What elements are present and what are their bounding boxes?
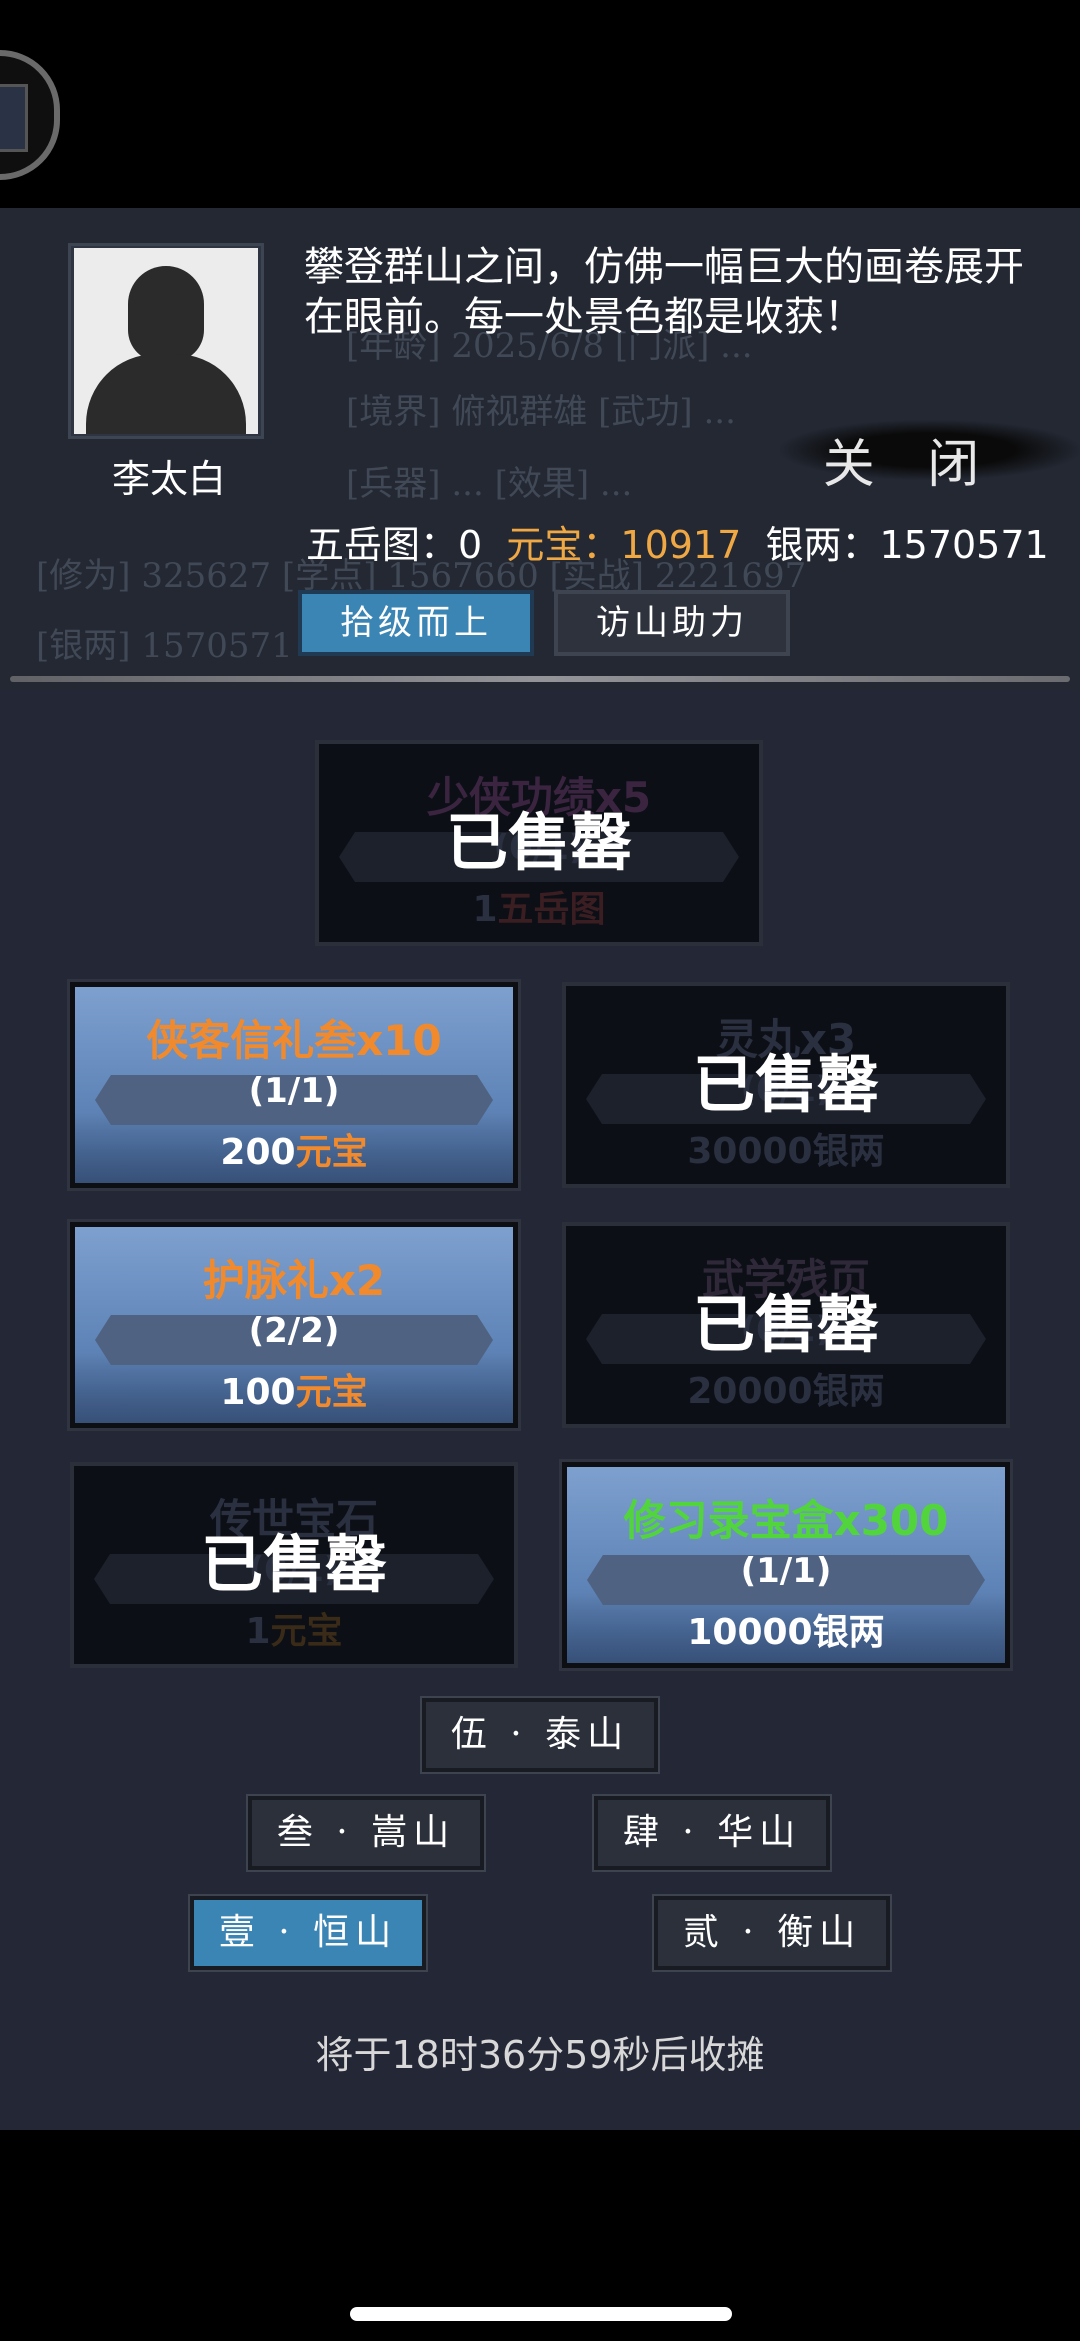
closing-countdown: 将于18时36分59秒后收摊 — [315, 2033, 765, 2077]
item-count: (1/1) — [740, 1551, 832, 1591]
sold-out-label: 已售罄 — [692, 1048, 879, 1121]
shop-area: 少侠功绩x5 (0/1) 1五岳图 已售罄 侠客信礼叁x10 (1/1) 200… — [0, 690, 1080, 2130]
resource-bar: 五岳图：0 元宝：10917 银两：1570571 — [306, 514, 1049, 569]
item-count: (1/1) — [248, 1071, 340, 1111]
home-indicator[interactable] — [350, 2307, 732, 2321]
shop-item[interactable]: 修习录宝盒x300 (1/1) 10000银两 — [559, 1459, 1013, 1671]
mountain-button-hengshan-north[interactable]: 壹 · 恒山 — [188, 1894, 428, 1972]
item-price: 100元宝 — [220, 1372, 368, 1413]
item-price: 1五岳图 — [472, 889, 606, 930]
mountain-button-hengshan-south[interactable]: 贰 · 衡山 — [652, 1894, 892, 1972]
item-count: (2/2) — [248, 1311, 340, 1351]
item-price: 1元宝 — [245, 1611, 343, 1652]
player-name: 李太白 — [111, 457, 226, 501]
bg-stat-row: [兵器] ... [效果] ... — [346, 464, 633, 504]
wuyue-label: 五岳图： — [306, 523, 459, 567]
item-title: 护脉礼x2 — [202, 1256, 386, 1305]
back-button[interactable] — [0, 50, 60, 180]
shop-item[interactable]: 传世宝石 (0/1) 1元宝 已售罄 — [70, 1462, 518, 1668]
sold-out-label: 已售罄 — [445, 806, 632, 879]
close-button[interactable]: 关 闭 — [800, 425, 1020, 505]
item-title: 侠客信礼叁x10 — [146, 1016, 442, 1065]
panel-divider — [10, 676, 1070, 682]
mountain-button-taishan[interactable]: 伍 · 泰山 — [420, 1696, 660, 1774]
item-price: 200元宝 — [220, 1132, 368, 1173]
sold-out-label: 已售罄 — [200, 1528, 387, 1601]
shop-item[interactable]: 护脉礼x2 (2/2) 100元宝 — [67, 1219, 521, 1431]
silver-label: 银两： — [765, 523, 880, 567]
shop-item[interactable]: 少侠功绩x5 (0/1) 1五岳图 已售罄 — [315, 740, 763, 946]
sold-out-label: 已售罄 — [692, 1288, 879, 1361]
wuyue-value: 0 — [458, 523, 483, 567]
mountain-button-songshan[interactable]: 叁 · 嵩山 — [246, 1794, 486, 1872]
avatar-silhouette-icon — [128, 266, 204, 362]
story-text: 攀登群山之间，仿佛一幅巨大的画卷展开在眼前。每一处景色都是收获！ — [304, 244, 1024, 340]
item-price: 30000银两 — [687, 1131, 885, 1172]
yuanbao-label: 元宝： — [506, 523, 621, 567]
silver-value: 1570571 — [879, 523, 1049, 567]
back-icon — [0, 84, 28, 152]
tab-climb[interactable]: 拾级而上 — [298, 590, 534, 656]
avatar — [74, 248, 258, 434]
item-title: 修习录宝盒x300 — [623, 1496, 949, 1545]
shop-item[interactable]: 灵丸x3 (0/1) 30000银两 已售罄 — [562, 982, 1010, 1188]
yuanbao-value: 10917 — [620, 523, 742, 567]
bg-stat-row: [银两] 1570571 — [36, 626, 293, 666]
shop-item[interactable]: 武学残页 (0/2) 20000银两 已售罄 — [562, 1222, 1010, 1428]
mountain-button-huashan[interactable]: 肆 · 华山 — [592, 1794, 832, 1872]
item-price: 20000银两 — [687, 1371, 885, 1412]
shop-item[interactable]: 侠客信礼叁x10 (1/1) 200元宝 — [67, 979, 521, 1191]
item-price: 10000银两 — [687, 1612, 885, 1653]
bg-stat-row: [境界] 俯视群雄 [武功] ... — [346, 392, 736, 432]
tab-assist[interactable]: 访山助力 — [554, 590, 790, 656]
